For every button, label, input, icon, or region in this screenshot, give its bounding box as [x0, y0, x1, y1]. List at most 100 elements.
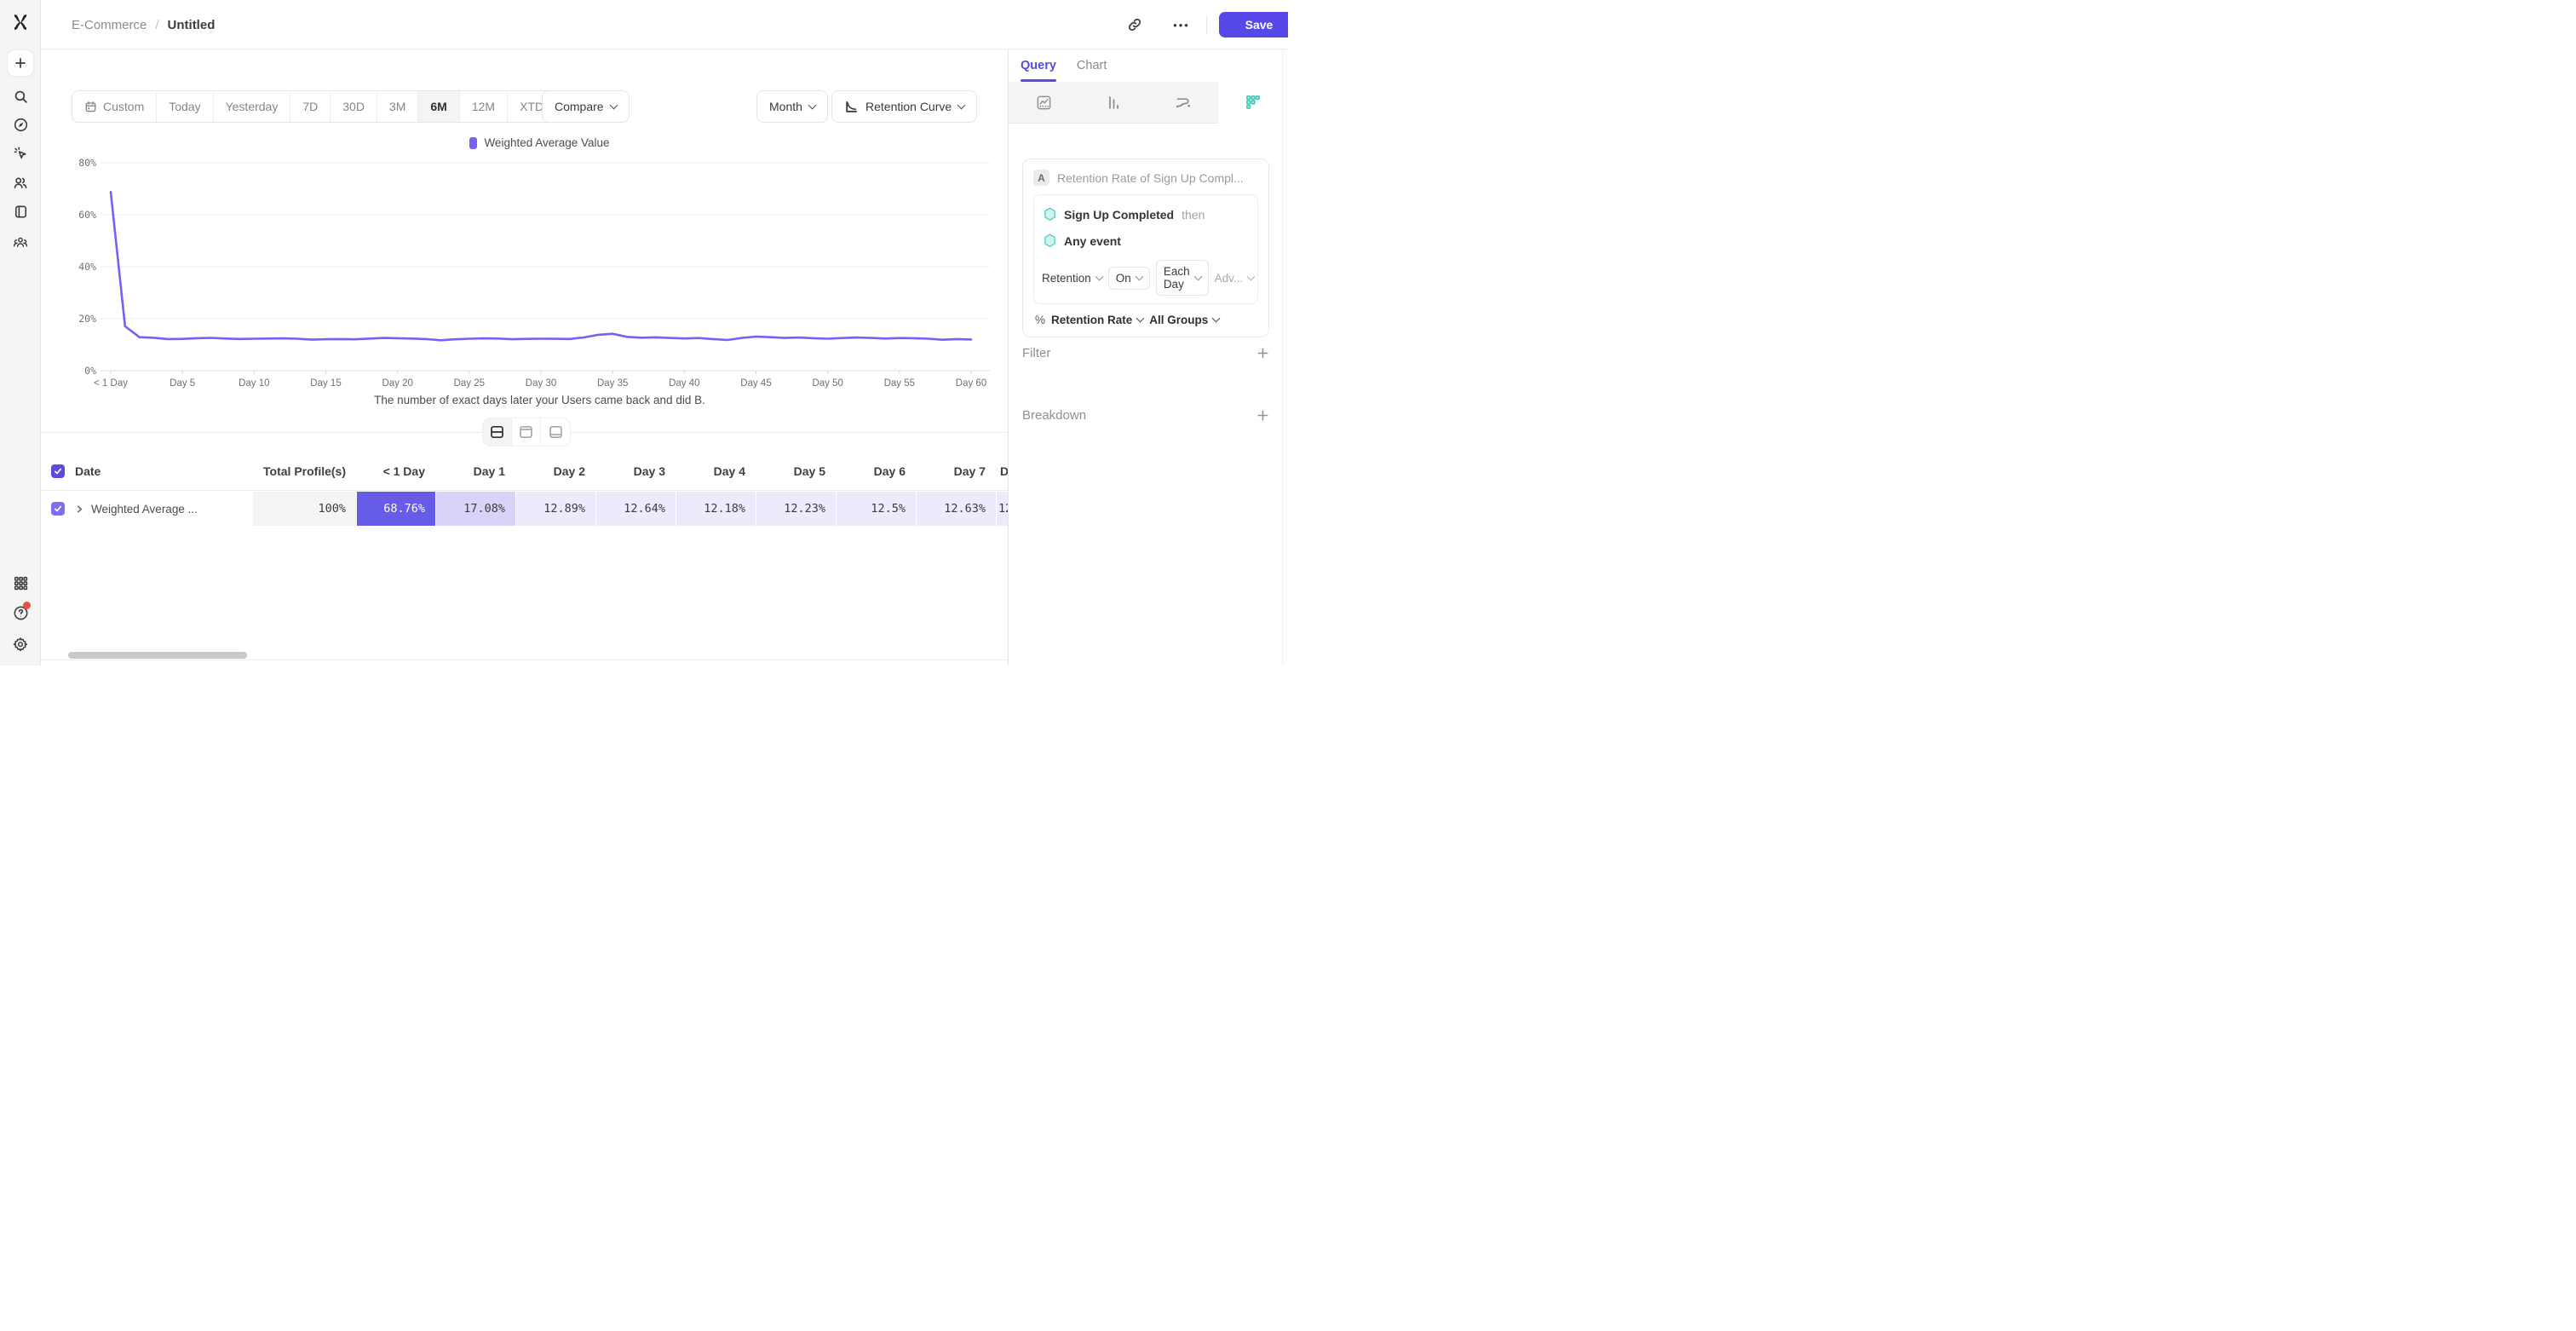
copy-link-button[interactable]: [1123, 13, 1147, 37]
chevron-down-icon: [1193, 272, 1202, 280]
range-12m[interactable]: 12M: [460, 91, 508, 122]
svg-text:0%: 0%: [84, 365, 96, 377]
retention-table: Date Total Profile(s) < 1 Day Day 1 Day …: [41, 452, 1008, 526]
panel-scrollbar-track[interactable]: [1282, 49, 1288, 666]
search-nav-button[interactable]: [7, 83, 34, 110]
chart-legend[interactable]: Weighted Average Value: [72, 136, 1008, 149]
col-header-day1[interactable]: Day 1: [435, 452, 515, 490]
report-type-funnels[interactable]: [1078, 82, 1148, 124]
measure-dropdown[interactable]: Retention Rate: [1051, 314, 1143, 326]
col-header-day7[interactable]: Day 7: [916, 452, 996, 490]
breadcrumb-current[interactable]: Untitled: [168, 18, 216, 32]
cell-day3[interactable]: 12.64%: [624, 502, 665, 516]
col-header-date[interactable]: Date: [75, 452, 252, 490]
cell-day2[interactable]: 12.89%: [543, 502, 585, 516]
percent-symbol: %: [1035, 314, 1045, 326]
chevron-down-icon: [1247, 272, 1256, 280]
add-breakdown-button[interactable]: [1256, 409, 1269, 422]
expand-row-chevron-icon[interactable]: [75, 504, 84, 514]
boards-nav-button[interactable]: [7, 198, 34, 225]
on-dropdown[interactable]: On: [1108, 267, 1150, 290]
layout-table-only-button[interactable]: [541, 418, 570, 446]
chevron-down-icon: [1212, 314, 1221, 323]
chevron-down-icon: [1135, 272, 1143, 280]
col-header-total[interactable]: Total Profile(s): [252, 452, 356, 490]
advanced-dropdown[interactable]: Adv...: [1215, 272, 1255, 285]
col-header-day5[interactable]: Day 5: [756, 452, 836, 490]
event-a-row[interactable]: Sign Up Completed then: [1042, 204, 1250, 225]
users-icon: [13, 176, 28, 190]
svg-text:Day 40: Day 40: [669, 378, 699, 389]
cell-total[interactable]: 100%: [318, 502, 346, 516]
breakdown-section: Breakdown: [1022, 403, 1269, 427]
insights-line-icon: [1036, 95, 1052, 111]
range-custom[interactable]: Custom: [72, 91, 157, 122]
col-header-day8-clipped[interactable]: D: [996, 452, 1008, 490]
range-today[interactable]: Today: [157, 91, 213, 122]
layout-chart-only-button[interactable]: [512, 418, 541, 446]
add-filter-button[interactable]: [1256, 347, 1269, 360]
range-3m[interactable]: 3M: [377, 91, 418, 122]
row-checkbox[interactable]: [51, 502, 65, 516]
report-type-flows[interactable]: [1148, 82, 1218, 124]
cell-day6[interactable]: 12.5%: [871, 502, 906, 516]
compass-icon: [14, 118, 28, 132]
help-button[interactable]: [7, 599, 34, 626]
create-new-button[interactable]: [7, 49, 34, 77]
range-30d[interactable]: 30D: [331, 91, 377, 122]
retention-dots-icon: [1245, 94, 1262, 111]
search-icon: [14, 89, 28, 104]
range-6m[interactable]: 6M: [418, 91, 459, 122]
step-title[interactable]: Retention Rate of Sign Up Compl...: [1057, 171, 1244, 185]
tab-query[interactable]: Query: [1021, 49, 1056, 82]
chart-type-dropdown[interactable]: Retention Curve: [831, 90, 977, 123]
event-sequence-box: Sign Up Completed then Any event Retenti…: [1033, 194, 1258, 304]
retention-chart[interactable]: 0%20%40%60%80%< 1 DayDay 5Day 10Day 15Da…: [72, 155, 1008, 411]
groups-dropdown[interactable]: All Groups: [1149, 314, 1219, 326]
col-header-day6[interactable]: Day 6: [836, 452, 916, 490]
layout-split-button[interactable]: [483, 418, 512, 446]
report-type-retention[interactable]: [1218, 82, 1288, 124]
tab-chart[interactable]: Chart: [1077, 49, 1107, 82]
horizontal-scrollbar[interactable]: [68, 652, 247, 659]
ellipsis-icon: •••: [1173, 19, 1190, 32]
svg-text:Day 45: Day 45: [740, 378, 771, 389]
select-all-checkbox[interactable]: [51, 464, 65, 478]
mixpanel-logo-icon[interactable]: [9, 11, 32, 33]
cell-day5[interactable]: 12.23%: [784, 502, 825, 516]
cell-day7[interactable]: 12.63%: [944, 502, 986, 516]
compare-button[interactable]: Compare: [542, 90, 630, 123]
col-header-lt1day[interactable]: < 1 Day: [356, 452, 435, 490]
save-button[interactable]: Save: [1219, 12, 1288, 37]
explore-nav-button[interactable]: [7, 111, 34, 138]
cell-day4[interactable]: 12.18%: [704, 502, 745, 516]
granularity-dropdown[interactable]: Month: [756, 90, 828, 123]
chevron-down-icon: [957, 101, 966, 109]
filter-section: Filter: [1022, 341, 1269, 365]
range-yesterday[interactable]: Yesterday: [214, 91, 291, 122]
step-letter-badge: A: [1033, 170, 1049, 186]
cohorts-nav-button[interactable]: [7, 228, 34, 256]
svg-text:20%: 20%: [78, 313, 96, 325]
cell-day8-clipped[interactable]: 12.: [998, 502, 1008, 516]
report-type-insights[interactable]: [1009, 82, 1078, 124]
each-day-dropdown[interactable]: Each Day: [1156, 260, 1209, 296]
users-nav-button[interactable]: [7, 169, 34, 196]
retention-type-dropdown[interactable]: Retention: [1042, 272, 1102, 285]
settings-button[interactable]: [7, 631, 34, 658]
col-header-day4[interactable]: Day 4: [676, 452, 756, 490]
header-divider: [1206, 15, 1207, 34]
cell-day1[interactable]: 17.08%: [463, 502, 505, 516]
range-7d[interactable]: 7D: [290, 91, 331, 122]
breadcrumb-parent[interactable]: E-Commerce: [72, 18, 147, 32]
split-view-icon: [490, 425, 504, 439]
event-b-row[interactable]: Any event: [1042, 230, 1250, 251]
row-label[interactable]: Weighted Average ...: [91, 503, 198, 516]
cell-lt1day[interactable]: 68.76%: [383, 502, 425, 516]
more-menu-button[interactable]: •••: [1170, 13, 1193, 37]
flow-icon: [1175, 95, 1192, 111]
col-header-day2[interactable]: Day 2: [515, 452, 595, 490]
apps-nav-button[interactable]: [7, 569, 34, 596]
col-header-day3[interactable]: Day 3: [595, 452, 676, 490]
events-nav-button[interactable]: [7, 140, 34, 167]
